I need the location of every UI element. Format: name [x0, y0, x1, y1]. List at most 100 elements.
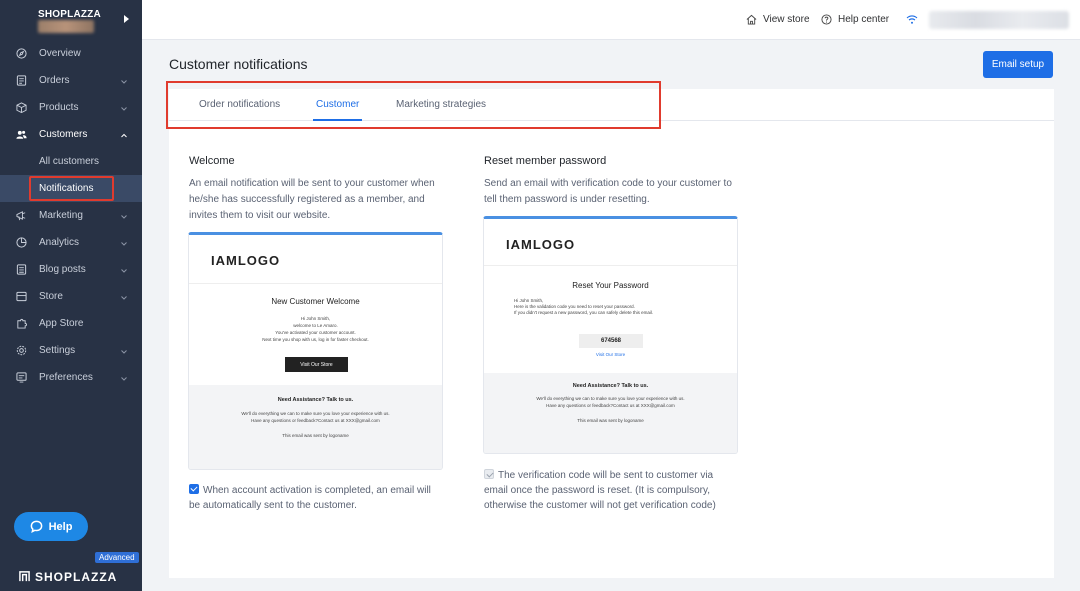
question-circle-icon — [821, 14, 832, 25]
preview-logo: IAMLOGO — [506, 237, 576, 252]
reset-password-title: Reset member password — [484, 155, 607, 167]
sidebar-item-overview[interactable]: Overview — [0, 40, 142, 67]
chevron-down-icon — [121, 266, 127, 273]
welcome-checkbox-label: When account activation is completed, an… — [189, 485, 431, 511]
chevron-down-icon — [121, 347, 127, 354]
welcome-description: An email notification will be sent to yo… — [189, 178, 435, 221]
sidebar-item-label: Marketing — [39, 210, 83, 221]
sidebar-item-marketing[interactable]: Marketing — [0, 202, 142, 229]
preview-text: You've activated your customer account. — [275, 330, 356, 335]
chevron-down-icon — [121, 374, 127, 381]
sidebar-item-label: All customers — [39, 156, 100, 167]
sidebar-item-orders[interactable]: Orders — [0, 67, 142, 94]
preview-footer-sent: This email was sent by logoname — [577, 418, 644, 423]
caret-right-icon — [124, 15, 129, 23]
divider — [484, 265, 737, 266]
welcome-title: Welcome — [189, 155, 235, 167]
sidebar-item-blog-posts[interactable]: Blog posts — [0, 256, 142, 283]
store-switcher[interactable]: SHOPLAZZA — [0, 0, 142, 40]
sidebar-item-preferences[interactable]: Preferences — [0, 364, 142, 391]
brand-logo: SHOPLAZZA — [0, 562, 142, 591]
preview-footer-text: Have any questions or feedback?Contact u… — [251, 418, 380, 423]
welcome-checkbox[interactable] — [189, 484, 199, 494]
preview-footer-text: Have any questions or feedback?Contact u… — [546, 403, 675, 408]
top-bar: View store Help center — [142, 0, 1080, 40]
users-icon — [16, 129, 27, 140]
document-icon — [16, 264, 27, 275]
preview-footer-title: Need Assistance? Talk to us. — [277, 397, 354, 403]
preview-footer: Need Assistance? Talk to us. We'll do ev… — [189, 385, 442, 469]
sidebar-item-store[interactable]: Store — [0, 283, 142, 310]
store-url-blurred — [38, 20, 94, 33]
preview-footer-text: We'll do everything we can to make sure … — [536, 396, 685, 401]
sidebar-item-label: Customers — [39, 129, 88, 140]
preview-footer-title: Need Assistance? Talk to us. — [572, 383, 649, 389]
preview-footer-text: We'll do everything we can to make sure … — [241, 411, 390, 416]
sidebar: SHOPLAZZA Overview Orders Products Custo… — [0, 0, 142, 591]
sidebar-item-label: Orders — [39, 75, 70, 86]
chevron-down-icon — [121, 212, 127, 219]
chevron-down-icon — [121, 77, 127, 84]
sidebar-item-products[interactable]: Products — [0, 94, 142, 121]
reset-password-email-preview[interactable]: IAMLOGO Reset Your Password Hi John Smit… — [483, 216, 738, 454]
view-store-label: View store — [763, 14, 810, 25]
megaphone-icon — [16, 210, 27, 221]
preview-logo: IAMLOGO — [211, 253, 281, 268]
sidebar-item-label: Products — [39, 102, 79, 113]
preview-footer: Need Assistance? Talk to us. We'll do ev… — [484, 373, 737, 453]
sidebar-item-settings[interactable]: Settings — [0, 337, 142, 364]
sidebar-nav: Overview Orders Products Customers All c… — [0, 40, 142, 391]
account-menu-blurred[interactable] — [929, 11, 1069, 29]
chevron-up-icon — [121, 131, 127, 138]
preview-visit-store-button: Visit Our Store — [285, 357, 348, 372]
page-title: Customer notifications — [169, 56, 308, 72]
reset-checkbox — [484, 469, 494, 479]
chevron-down-icon — [121, 239, 127, 246]
monitor-icon — [16, 372, 27, 383]
help-center-label: Help center — [838, 14, 890, 25]
preview-text: If you didn't request a new password, yo… — [514, 310, 654, 315]
highlight-box — [29, 176, 114, 201]
preview-text: Next time you shop with us, log in for f… — [262, 337, 369, 342]
sidebar-item-label: Blog posts — [39, 264, 86, 275]
sidebar-item-label: App Store — [39, 318, 84, 329]
preview-text: Hi John Smith, — [300, 316, 331, 321]
tabs-highlight-box — [166, 81, 661, 129]
preview-heading: New Customer Welcome — [271, 297, 360, 306]
reset-checkbox-label: The verification code will be sent to cu… — [484, 470, 716, 511]
shoplazza-logo-icon — [19, 571, 30, 582]
divider — [189, 283, 442, 284]
notifications-panel: Order notifications Customer Marketing s… — [169, 89, 1054, 578]
puzzle-icon — [16, 318, 27, 329]
orders-icon — [16, 75, 27, 86]
store-icon — [16, 291, 27, 302]
sidebar-item-notifications[interactable]: Notifications — [0, 175, 142, 202]
preview-footer-sent: This email was sent by logoname — [282, 433, 349, 438]
help-center-link[interactable]: Help center — [821, 14, 889, 25]
brand-name: SHOPLAZZA — [35, 569, 118, 584]
sidebar-item-app-store[interactable]: App Store — [0, 310, 142, 337]
sidebar-item-label: Overview — [39, 48, 81, 59]
chevron-down-icon — [121, 293, 127, 300]
sidebar-item-analytics[interactable]: Analytics — [0, 229, 142, 256]
welcome-checkbox-row[interactable]: When account activation is completed, an… — [189, 483, 444, 513]
wifi-icon — [906, 14, 918, 25]
sidebar-item-label: Analytics — [39, 237, 80, 248]
preview-text: welcome to Le Amaro. — [293, 323, 338, 328]
reset-checkbox-row: The verification code will be sent to cu… — [484, 468, 739, 513]
preview-verification-code: 674568 — [579, 334, 643, 348]
compass-icon — [16, 48, 27, 59]
sidebar-item-all-customers[interactable]: All customers — [0, 148, 142, 175]
box-icon — [16, 102, 27, 113]
sidebar-item-label: Store — [39, 291, 63, 302]
email-setup-button[interactable]: Email setup — [983, 51, 1053, 78]
view-store-link[interactable]: View store — [746, 14, 810, 25]
help-button[interactable]: Help — [14, 512, 88, 541]
store-name: SHOPLAZZA — [38, 9, 101, 20]
preview-visit-store-link: Visit Our Store — [595, 352, 626, 357]
sidebar-item-customers[interactable]: Customers — [0, 121, 142, 148]
welcome-email-preview[interactable]: IAMLOGO New Customer Welcome Hi John Smi… — [188, 232, 443, 470]
gear-icon — [16, 345, 27, 356]
pie-chart-icon — [16, 237, 27, 248]
preview-heading: Reset Your Password — [572, 281, 649, 290]
